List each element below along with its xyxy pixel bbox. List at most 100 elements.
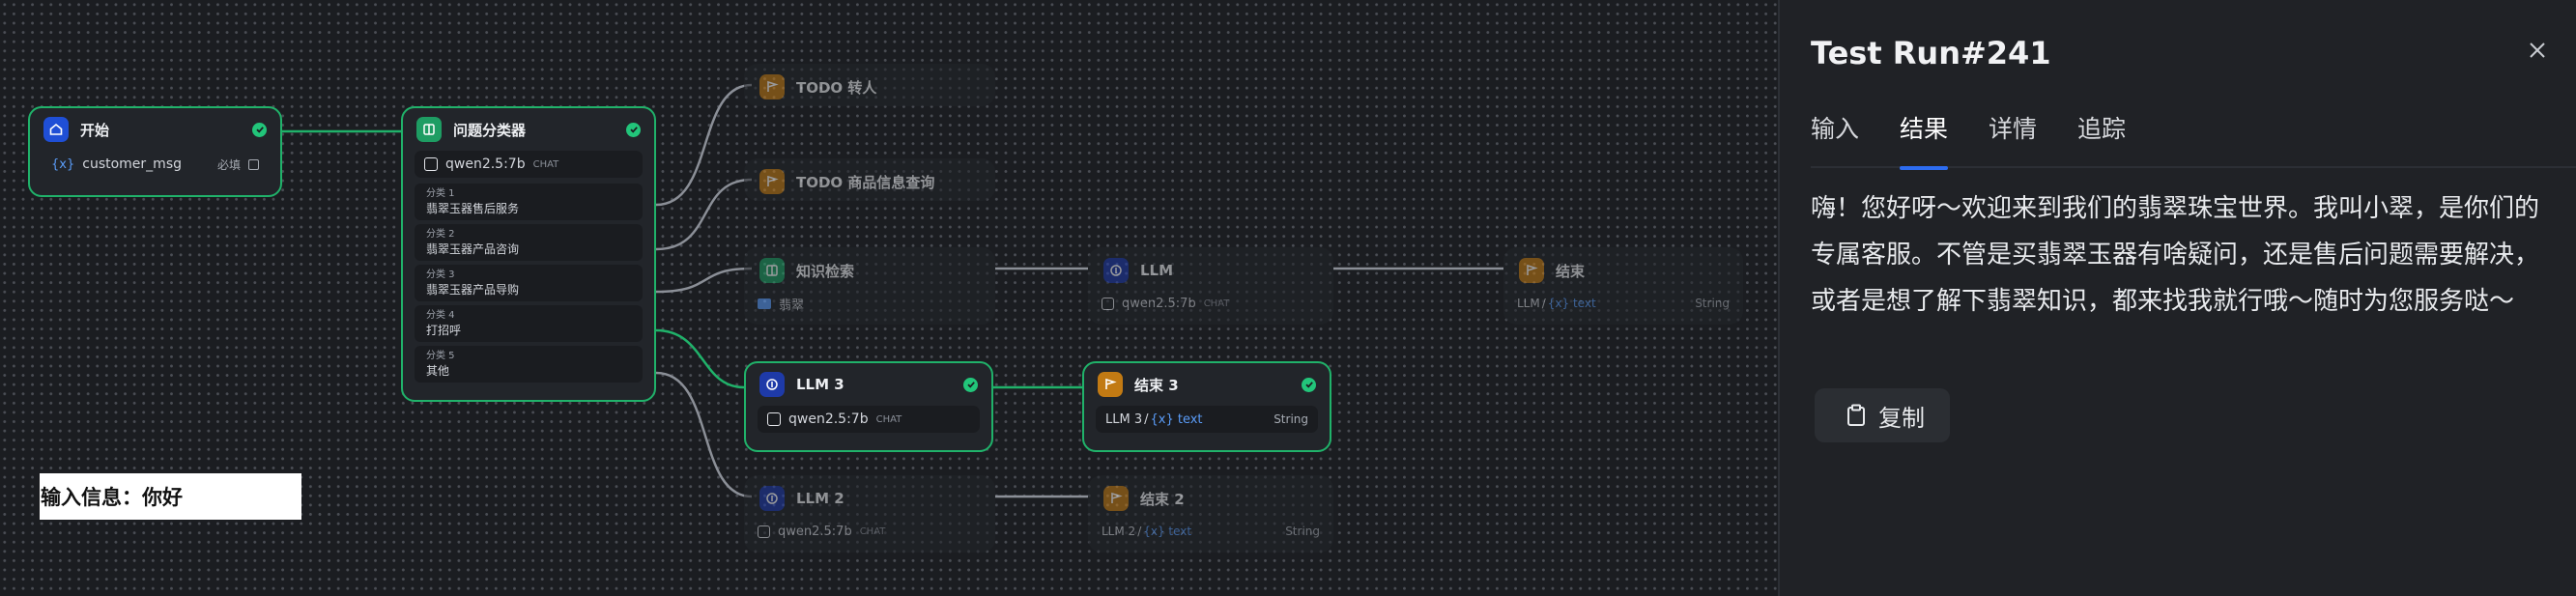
- todo-transfer-node[interactable]: TODO 转人: [744, 64, 995, 106]
- tab-input[interactable]: 输入: [1811, 104, 1859, 168]
- node-title: 开始: [80, 121, 110, 139]
- node-title: 结束 3: [1134, 376, 1179, 394]
- end-2-node[interactable]: 结束 2 LLM 2 / {x} text String: [1088, 475, 1333, 553]
- class-value: 打招呼: [426, 324, 462, 337]
- model-row: qwen2.5:7b CHAT: [415, 151, 643, 178]
- tab-result[interactable]: 结果: [1900, 104, 1949, 170]
- end-flag-icon: [1103, 486, 1129, 511]
- llm-3-node[interactable]: LLM 3 qwen2.5:7b CHAT: [744, 361, 993, 452]
- output-type: String: [1274, 412, 1308, 426]
- class-item: 分类 4 打招呼: [415, 305, 643, 342]
- class-key: 分类 1: [426, 188, 455, 199]
- node-title: 问题分类器: [453, 121, 527, 139]
- success-check-icon: [626, 122, 641, 137]
- output-row: LLM 3 / {x} text String: [1096, 406, 1318, 433]
- model-icon: [767, 412, 781, 426]
- model-name: qwen2.5:7b: [788, 412, 869, 427]
- model-tag: CHAT: [1203, 298, 1230, 309]
- close-icon: [2530, 43, 2545, 58]
- text-field-icon: [248, 158, 259, 170]
- output-variable: {x} text: [1547, 297, 1596, 310]
- class-key: 分类 2: [426, 229, 455, 240]
- edge-classifier-llm2: [655, 371, 753, 498]
- copy-label: 复制: [1878, 404, 1925, 432]
- input-note: 输入信息：你好: [40, 473, 301, 520]
- edge-classifier-knowledge: [655, 267, 753, 294]
- model-row: qwen2.5:7b CHAT: [758, 520, 982, 543]
- question-classifier-node[interactable]: 问题分类器 qwen2.5:7b CHAT 分类 1 翡翠玉器售后服务 分类 2…: [401, 106, 656, 402]
- tab-detail[interactable]: 详情: [1989, 104, 2037, 168]
- node-title: 结束 2: [1140, 490, 1185, 508]
- dataset-name: 翡翠: [779, 298, 805, 313]
- edge-classifier-llm3: [655, 328, 745, 389]
- model-name: qwen2.5:7b: [778, 524, 852, 539]
- dataset-row: 翡翠: [758, 292, 982, 315]
- folder-icon: [758, 298, 771, 309]
- end-flag-icon: [759, 74, 785, 99]
- model-row: qwen2.5:7b CHAT: [758, 406, 980, 433]
- output-source: LLM 2: [1102, 525, 1136, 538]
- start-variable-row: {x} customer_msg 必填: [42, 151, 269, 178]
- end-flag-icon: [1098, 372, 1123, 397]
- success-check-icon: [1302, 377, 1316, 392]
- output-type: String: [1695, 297, 1730, 310]
- model-icon: [424, 157, 438, 171]
- knowledge-icon: [759, 258, 785, 283]
- result-text: 嗨！您好呀～欢迎来到我们的翡翠珠宝世界。我叫小翠，是你们的专属客服。不管是买翡翠…: [1811, 194, 2540, 316]
- output-row: LLM 2 / {x} text String: [1102, 520, 1320, 543]
- path-separator: /: [1144, 412, 1149, 427]
- variable-name: customer_msg: [82, 156, 182, 172]
- model-name: qwen2.5:7b: [1122, 296, 1196, 311]
- class-key: 分类 5: [426, 351, 455, 361]
- success-check-icon: [252, 122, 267, 137]
- copy-button[interactable]: 复制: [1815, 388, 1950, 442]
- output-source: LLM 3: [1105, 412, 1143, 427]
- model-tag: CHAT: [532, 158, 559, 170]
- knowledge-retrieval-node[interactable]: 知识检索 翡翠: [744, 247, 995, 325]
- end-flag-icon: [1519, 258, 1544, 283]
- llm-icon: [1103, 258, 1129, 283]
- class-item: 分类 3 翡翠玉器产品导购: [415, 265, 643, 301]
- edge-classifier-todo1: [655, 83, 753, 207]
- panel-title: Test Run#241: [1811, 35, 2051, 71]
- end-3-node[interactable]: 结束 3 LLM 3 / {x} text String: [1082, 361, 1331, 452]
- panel-tabs: 输入 结果 详情 追踪: [1811, 104, 2576, 170]
- llm-2-node[interactable]: LLM 2 qwen2.5:7b CHAT: [744, 475, 995, 553]
- classifier-icon: [416, 117, 442, 142]
- class-value: 翡翠玉器售后服务: [426, 202, 520, 215]
- model-tag: CHAT: [859, 525, 886, 537]
- output-source: LLM: [1517, 297, 1540, 310]
- class-key: 分类 4: [426, 310, 455, 321]
- class-item: 分类 2 翡翠玉器产品咨询: [415, 224, 643, 261]
- input-note-text: 输入信息：你好: [41, 486, 183, 509]
- close-button[interactable]: [2524, 37, 2551, 64]
- node-title: 知识检索: [796, 262, 855, 280]
- output-type: String: [1285, 525, 1320, 538]
- tab-trace[interactable]: 追踪: [2077, 104, 2126, 168]
- class-item: 分类 5 其他: [415, 346, 643, 383]
- model-name: qwen2.5:7b: [445, 156, 526, 172]
- class-value: 其他: [426, 364, 450, 378]
- output-variable: {x} text: [1143, 525, 1192, 538]
- class-key: 分类 3: [426, 270, 455, 280]
- edge-classifier-todo2: [655, 178, 753, 251]
- model-tag: CHAT: [875, 413, 902, 425]
- output-row: LLM / {x} text String: [1517, 292, 1730, 315]
- node-title: LLM 2: [796, 490, 844, 507]
- model-row: qwen2.5:7b CHAT: [1102, 292, 1320, 315]
- clipboard-icon: [1847, 404, 1865, 426]
- class-value: 翡翠玉器产品咨询: [426, 242, 520, 256]
- node-title: TODO 转人: [796, 78, 877, 97]
- node-title: 结束: [1556, 262, 1586, 280]
- variable-icon: {x}: [51, 156, 75, 172]
- llm-icon: [759, 486, 785, 511]
- todo-product-query-node[interactable]: TODO 商品信息查询: [744, 158, 995, 201]
- class-value: 翡翠玉器产品导购: [426, 283, 520, 297]
- end-node[interactable]: 结束 LLM / {x} text String: [1503, 247, 1743, 325]
- end-flag-icon: [759, 169, 785, 194]
- llm-node[interactable]: LLM qwen2.5:7b CHAT: [1088, 247, 1333, 325]
- model-icon: [1102, 297, 1114, 310]
- start-node[interactable]: 开始 {x} customer_msg 必填: [28, 106, 282, 197]
- output-variable: {x} text: [1150, 412, 1203, 427]
- node-title: TODO 商品信息查询: [796, 173, 935, 191]
